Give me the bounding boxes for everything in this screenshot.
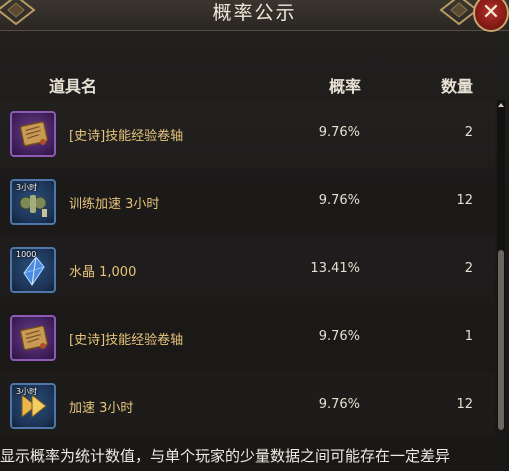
crystal-icon: 1000 <box>10 247 56 293</box>
item-list: [史诗]技能经验卷轴 9.76% 2 3小时 训练加速 3小时 9.76% 12 <box>0 100 495 436</box>
item-name: 训练加速 3小时 <box>69 197 160 212</box>
footer-note: 显示概率为统计数值，与单个玩家的少量数据之间可能存在一定差异 <box>0 447 451 465</box>
item-name: 加速 3小时 <box>69 401 134 416</box>
item-probability: 9.76% <box>318 329 360 344</box>
item-badge: 3小时 <box>16 183 38 192</box>
item-probability: 9.76% <box>318 193 360 208</box>
panel-header: 概率公示 <box>0 0 509 31</box>
column-header-probability: 概率 <box>329 77 362 96</box>
item-quantity: 12 <box>456 397 473 412</box>
training-speedup-icon: 3小时 <box>10 179 56 225</box>
item-quantity: 2 <box>464 125 473 140</box>
scroll-up-icon[interactable] <box>497 100 505 110</box>
list-item: 3小时 加速 3小时 9.76% 12 <box>0 372 495 436</box>
speedup-icon: 3小时 <box>10 383 56 429</box>
item-quantity: 2 <box>464 261 473 276</box>
list-item: 3小时 训练加速 3小时 9.76% 12 <box>0 168 495 236</box>
item-quantity: 1 <box>464 329 473 344</box>
scroll-icon <box>10 315 56 361</box>
list-item: [史诗]技能经验卷轴 9.76% 1 <box>0 304 495 372</box>
list-item: 1000 水晶 1,000 13.41% 2 <box>0 236 495 304</box>
item-quantity: 12 <box>456 193 473 208</box>
column-header-quantity: 数量 <box>441 77 474 96</box>
item-badge: 3小时 <box>16 387 38 396</box>
item-probability: 9.76% <box>318 397 360 412</box>
close-icon: ✕ <box>481 0 501 25</box>
scroll-icon <box>10 111 56 157</box>
probability-panel: 概率公示 ✕ 道具名 概率 数量 [史诗]技能经验卷轴 9.76% 2 3小时 … <box>0 0 509 471</box>
item-name: [史诗]技能经验卷轴 <box>69 129 184 144</box>
item-name: 水晶 1,000 <box>69 265 137 280</box>
list-item: [史诗]技能经验卷轴 9.76% 2 <box>0 100 495 168</box>
item-badge: 1000 <box>16 250 37 259</box>
item-name: [史诗]技能经验卷轴 <box>69 333 184 348</box>
item-probability: 9.76% <box>318 125 360 140</box>
item-probability: 13.41% <box>310 261 360 276</box>
scrollbar-thumb[interactable] <box>498 250 504 430</box>
column-header-name: 道具名 <box>49 77 98 96</box>
